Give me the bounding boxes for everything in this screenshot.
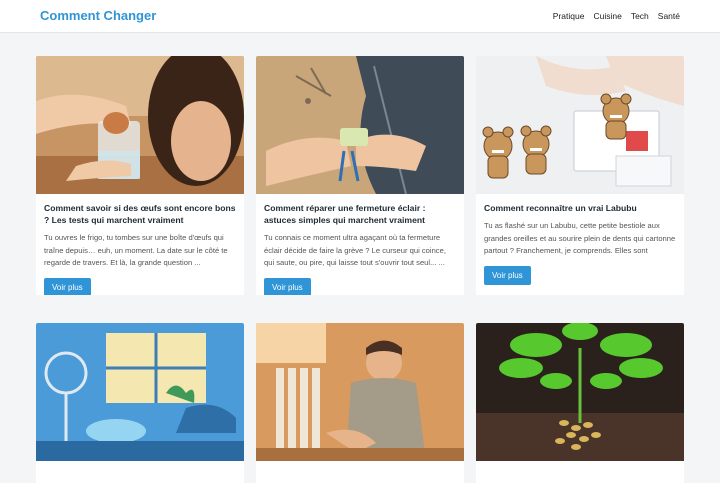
peanut-plant-image[interactable] xyxy=(476,323,684,461)
read-more-button[interactable]: Voir plus xyxy=(264,278,311,295)
article-card: Comment réparer une fermeture éclair : a… xyxy=(256,56,464,295)
article-card xyxy=(36,323,244,483)
cooling-room-fan-image[interactable] xyxy=(36,323,244,461)
main-nav: Pratique Cuisine Tech Santé xyxy=(553,11,680,21)
nav-item-cuisine[interactable]: Cuisine xyxy=(593,11,621,21)
read-more-button[interactable]: Voir plus xyxy=(484,266,531,285)
site-logo[interactable]: Comment Changer xyxy=(40,8,156,23)
nav-item-sante[interactable]: Santé xyxy=(658,11,680,21)
egg-water-test-image[interactable] xyxy=(36,56,244,194)
article-excerpt: Tu connais ce moment ultra agaçant où ta… xyxy=(264,233,446,268)
nav-item-tech[interactable]: Tech xyxy=(631,11,649,21)
article-grid: Comment savoir si des œufs sont encore b… xyxy=(36,56,684,483)
article-card xyxy=(256,323,464,483)
read-more-button[interactable]: Voir plus xyxy=(44,278,91,295)
zipper-repair-image[interactable] xyxy=(256,56,464,194)
radiator-man-image[interactable] xyxy=(256,323,464,461)
article-card: Comment savoir si des œufs sont encore b… xyxy=(36,56,244,295)
article-title[interactable]: Comment réparer une fermeture éclair : a… xyxy=(264,202,456,226)
nav-item-pratique[interactable]: Pratique xyxy=(553,11,585,21)
article-excerpt: Tu as flashé sur un Labubu, cette petite… xyxy=(484,221,676,256)
labubu-figures-image[interactable] xyxy=(476,56,684,194)
article-title[interactable]: Comment reconnaître un vrai Labubu xyxy=(484,202,676,214)
article-card xyxy=(476,323,684,483)
site-header: Comment Changer Pratique Cuisine Tech Sa… xyxy=(0,0,720,33)
article-excerpt: Tu ouvres le frigo, tu tombes sur une bo… xyxy=(44,233,228,268)
article-card: Comment reconnaître un vrai Labubu Tu as… xyxy=(476,56,684,295)
article-title[interactable]: Comment savoir si des œufs sont encore b… xyxy=(44,202,236,226)
